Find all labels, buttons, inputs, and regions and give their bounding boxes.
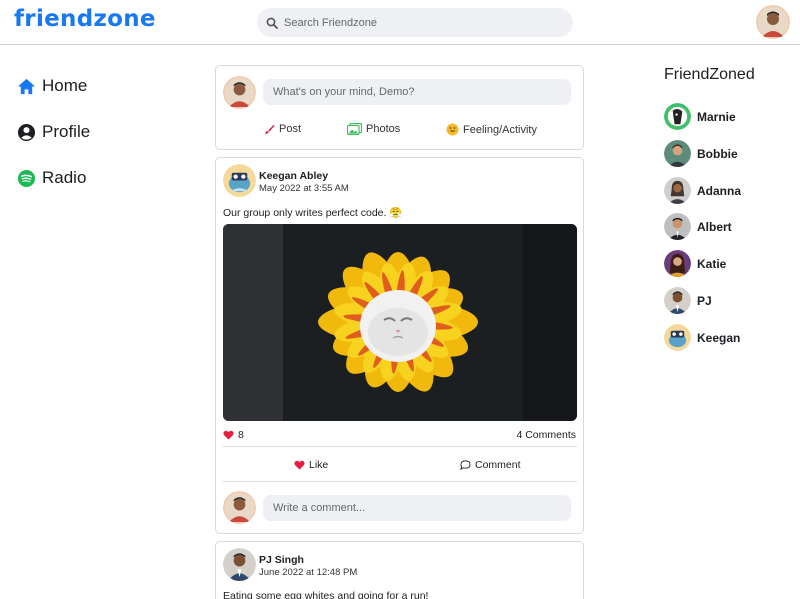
likes-count[interactable]: 8	[223, 429, 244, 441]
nav-home-label: Home	[42, 76, 88, 95]
friend-item[interactable]: Marnie	[664, 103, 736, 130]
nav-home[interactable]: Home	[17, 76, 87, 96]
post-author-name[interactable]: Keegan Abley	[259, 170, 328, 182]
post-author-avatar[interactable]	[223, 548, 256, 581]
friend-avatar	[664, 103, 691, 130]
nav-profile-label: Profile	[42, 122, 91, 141]
post-image[interactable]	[223, 224, 577, 421]
post-timestamp: June 2022 at 12:48 PM	[259, 567, 358, 578]
friend-item[interactable]: Adanna	[664, 177, 741, 204]
composer-post-label: Post	[279, 123, 302, 135]
friends-title: FriendZoned	[664, 66, 755, 83]
friend-item[interactable]: Bobbie	[664, 140, 738, 167]
post-author-name[interactable]: PJ Singh	[259, 554, 304, 566]
user-circle-icon	[17, 123, 36, 141]
friend-avatar	[664, 213, 691, 240]
composer-feeling-label: Feeling/Activity	[463, 123, 537, 136]
friend-avatar	[664, 287, 691, 314]
composer-photos-button[interactable]: Photos	[347, 123, 400, 135]
friend-name: Adanna	[697, 183, 742, 198]
likes-number: 8	[238, 429, 244, 441]
like-button[interactable]: Like	[294, 459, 328, 471]
composer-post-button[interactable]: Post	[264, 123, 301, 135]
friend-avatar	[664, 250, 691, 277]
post-composer: Post Photos Feeling/Activity	[215, 65, 584, 150]
nav-profile[interactable]: Profile	[17, 122, 90, 142]
post-text: Eating some egg whites and going for a r…	[223, 590, 429, 599]
divider	[223, 446, 577, 447]
friend-avatar	[664, 324, 691, 351]
search-bar[interactable]	[257, 8, 573, 37]
home-icon	[17, 78, 36, 94]
like-label: Like	[309, 459, 329, 471]
composer-input[interactable]	[263, 79, 571, 105]
smile-icon	[446, 123, 459, 136]
top-bar: friendzone	[0, 0, 800, 45]
friend-item[interactable]: Katie	[664, 250, 726, 277]
friend-avatar	[664, 177, 691, 204]
comment-avatar	[223, 491, 256, 524]
nav-radio-label: Radio	[42, 168, 87, 187]
friend-item[interactable]: PJ	[664, 287, 712, 314]
post-card: Keegan Abley May 2022 at 3:55 AM Our gro…	[215, 157, 584, 534]
current-user-avatar[interactable]	[756, 5, 790, 39]
nav-radio[interactable]: Radio	[17, 168, 86, 188]
heart-icon	[294, 460, 305, 470]
photos-icon	[347, 123, 362, 135]
comment-input[interactable]	[263, 495, 571, 521]
friend-name: Keegan	[697, 330, 741, 345]
comment-bubble-icon	[460, 460, 471, 470]
search-icon	[266, 17, 278, 29]
composer-avatar	[223, 76, 256, 109]
friend-name: Albert	[697, 219, 732, 234]
comments-count[interactable]: 4 Comments	[516, 429, 576, 441]
composer-feeling-button[interactable]: Feeling/Activity	[446, 123, 537, 136]
heart-icon	[223, 430, 234, 440]
friend-avatar	[664, 140, 691, 167]
post-timestamp: May 2022 at 3:55 AM	[259, 183, 349, 194]
friend-name: Marnie	[697, 109, 736, 124]
friend-item[interactable]: Keegan	[664, 324, 740, 351]
friend-item[interactable]: Albert	[664, 213, 732, 240]
post-card: PJ Singh June 2022 at 12:48 PM Eating so…	[215, 541, 584, 599]
post-author-avatar[interactable]	[223, 164, 256, 197]
friend-name: Bobbie	[697, 146, 738, 161]
divider	[223, 481, 577, 482]
composer-photos-label: Photos	[366, 123, 401, 135]
friend-name: Katie	[697, 256, 727, 271]
app-logo[interactable]: friendzone	[14, 6, 156, 32]
friend-name: PJ	[697, 293, 712, 308]
post-text: Our group only writes perfect code. 😤	[223, 207, 403, 219]
comment-label: Comment	[475, 459, 521, 471]
brush-icon	[265, 124, 275, 134]
comment-button[interactable]: Comment	[460, 459, 521, 471]
spotify-icon	[17, 169, 36, 187]
search-input[interactable]	[284, 16, 554, 29]
